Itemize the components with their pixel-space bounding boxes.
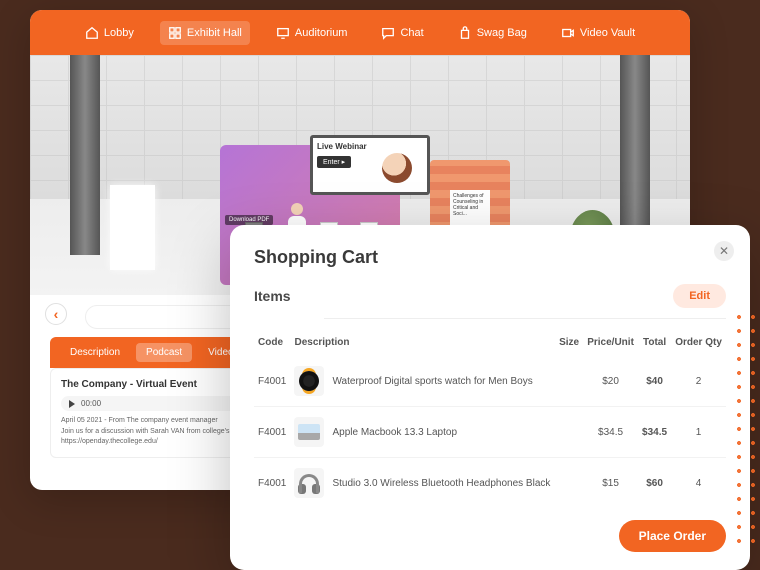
- cell-total: $34.5: [638, 407, 671, 458]
- cart-title: Shopping Cart: [254, 247, 726, 268]
- nav-label: Video Vault: [580, 27, 635, 39]
- cell-price: $20: [583, 356, 638, 407]
- light-panel: [110, 185, 155, 270]
- audio-time: 00:00: [81, 399, 101, 408]
- col-size: Size: [555, 329, 583, 356]
- nav-video-vault[interactable]: Video Vault: [553, 21, 643, 45]
- cell-description: Apple Macbook 13.3 Laptop: [328, 407, 555, 458]
- product-thumbnail: [294, 366, 324, 396]
- product-thumbnail: [294, 468, 324, 498]
- presenter-avatar: [382, 153, 412, 183]
- enter-webinar-button[interactable]: Enter ▸: [317, 156, 351, 168]
- nav-label: Auditorium: [295, 27, 348, 39]
- cell-total: $60: [638, 458, 671, 509]
- nav-chat[interactable]: Chat: [373, 21, 431, 45]
- bag-icon: [458, 26, 472, 40]
- cell-total: $40: [638, 356, 671, 407]
- shopping-cart-modal: ✕ Shopping Cart Items Edit Code Descript…: [230, 225, 750, 570]
- nav-label: Swag Bag: [477, 27, 527, 39]
- nav-exhibit-hall[interactable]: Exhibit Hall: [160, 21, 250, 45]
- col-price: Price/Unit: [583, 329, 638, 356]
- audio-player[interactable]: 00:00: [61, 396, 251, 411]
- back-button[interactable]: ‹: [45, 303, 67, 325]
- cell-code: F4001: [254, 407, 290, 458]
- tab-description[interactable]: Description: [60, 343, 130, 362]
- table-row: F4001 Studio 3.0 Wireless Bluetooth Headp…: [254, 458, 726, 509]
- webinar-label: Live Webinar: [317, 142, 423, 151]
- monitor-icon: [276, 26, 290, 40]
- video-icon: [561, 26, 575, 40]
- cell-qty[interactable]: 1: [671, 407, 726, 458]
- top-nav: Lobby Exhibit Hall Auditorium Chat Swag …: [30, 10, 690, 55]
- cell-qty[interactable]: 2: [671, 356, 726, 407]
- nav-auditorium[interactable]: Auditorium: [268, 21, 356, 45]
- close-icon[interactable]: ✕: [714, 241, 734, 261]
- chat-icon: [381, 26, 395, 40]
- place-order-button[interactable]: Place Order: [619, 520, 726, 552]
- nav-lobby[interactable]: Lobby: [77, 21, 142, 45]
- col-qty: Order Qty: [671, 329, 726, 356]
- nav-swag-bag[interactable]: Swag Bag: [450, 21, 535, 45]
- cart-table: Code Description Size Price/Unit Total O…: [254, 329, 726, 508]
- cell-code: F4001: [254, 458, 290, 509]
- table-row: F4001 Waterproof Digital sports watch for…: [254, 356, 726, 407]
- edit-button[interactable]: Edit: [673, 284, 726, 308]
- nav-label: Chat: [400, 27, 423, 39]
- pillar-decoration: [70, 55, 100, 255]
- col-description: Description: [290, 329, 555, 356]
- table-row: F4001 Apple Macbook 13.3 Laptop $34.5$34.5…: [254, 407, 726, 458]
- cell-price: $15: [583, 458, 638, 509]
- cell-code: F4001: [254, 356, 290, 407]
- cell-size: [555, 356, 583, 407]
- cell-size: [555, 407, 583, 458]
- nav-label: Exhibit Hall: [187, 27, 242, 39]
- cell-qty[interactable]: 4: [671, 458, 726, 509]
- cell-size: [555, 458, 583, 509]
- cell-description: Studio 3.0 Wireless Bluetooth Headphones…: [328, 458, 555, 509]
- home-icon: [85, 26, 99, 40]
- webinar-screen[interactable]: Live Webinar Enter ▸: [310, 135, 430, 195]
- decorative-dots: [732, 310, 760, 550]
- tab-podcast[interactable]: Podcast: [136, 343, 192, 362]
- col-total: Total: [638, 329, 671, 356]
- grid-icon: [168, 26, 182, 40]
- nav-label: Lobby: [104, 27, 134, 39]
- download-pdf-tag[interactable]: Download PDF: [225, 215, 273, 225]
- play-icon[interactable]: [69, 400, 75, 408]
- product-thumbnail: [294, 417, 324, 447]
- cell-description: Waterproof Digital sports watch for Men …: [328, 356, 555, 407]
- cell-price: $34.5: [583, 407, 638, 458]
- col-code: Code: [254, 329, 290, 356]
- items-heading: Items: [254, 288, 291, 304]
